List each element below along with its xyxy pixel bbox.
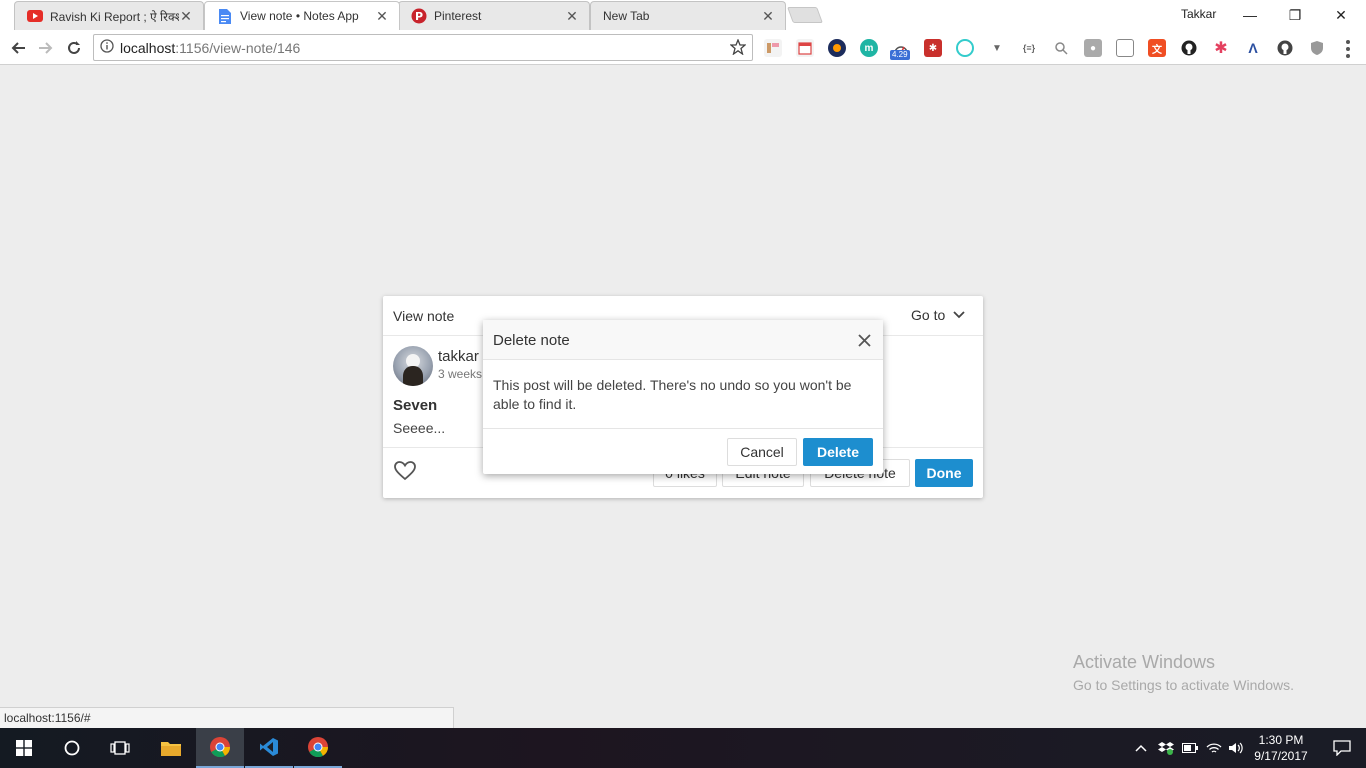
svg-text:P: P (415, 10, 423, 23)
avatar[interactable] (393, 346, 433, 386)
extension-ring-icon[interactable] (956, 39, 974, 57)
page-content: View note Go to takkar 3 weeks Seven See… (0, 66, 1366, 728)
start-button[interactable] (0, 728, 48, 768)
new-tab-button[interactable] (787, 7, 823, 23)
document-icon (217, 8, 233, 24)
extension-asterisk-icon[interactable]: ✱ (1212, 39, 1230, 57)
close-window-button[interactable]: ✕ (1318, 2, 1364, 28)
modal-message: This post will be deleted. There's no un… (493, 377, 852, 412)
extension-gray-icon[interactable]: ● (1084, 39, 1102, 57)
windows-taskbar: 1:30 PM 9/17/2017 (0, 728, 1366, 768)
task-view-icon (110, 741, 130, 755)
forward-button[interactable] (34, 36, 58, 60)
url-host: localhost (120, 39, 176, 56)
tab-title: New Tab (603, 9, 650, 23)
modal-header: Delete note (483, 320, 883, 360)
tab-pinterest[interactable]: P Pinterest ✕ (398, 1, 590, 30)
bookmark-star-icon[interactable] (729, 38, 747, 58)
minimize-button[interactable]: — (1227, 2, 1273, 28)
confirm-delete-button[interactable]: Delete (803, 438, 873, 466)
activate-windows-subtitle: Go to Settings to activate Windows. (1073, 677, 1294, 693)
cancel-button[interactable]: Cancel (727, 438, 797, 466)
extension-circle-icon[interactable] (828, 39, 846, 57)
chrome-taskbar-icon-2[interactable] (294, 728, 342, 768)
back-button[interactable] (6, 36, 30, 60)
extension-tag-icon[interactable] (764, 39, 782, 57)
task-view-button[interactable] (96, 728, 144, 768)
activate-windows-title: Activate Windows (1073, 652, 1216, 672)
extension-m-icon[interactable]: m (860, 39, 878, 57)
heart-icon[interactable] (394, 461, 416, 484)
extension-lambda-icon[interactable]: Λ (1244, 39, 1262, 57)
extension-search-icon[interactable] (1052, 39, 1070, 57)
done-button[interactable]: Done (915, 459, 973, 487)
github-icon[interactable] (1276, 39, 1294, 57)
close-tab-icon[interactable]: ✕ (179, 8, 193, 24)
reload-icon (68, 41, 80, 54)
volume-icon[interactable] (1226, 728, 1246, 768)
url-path: :1156/view-note/146 (175, 39, 301, 56)
vscode-taskbar-icon[interactable] (245, 728, 293, 768)
show-hidden-icons-chevron-icon[interactable] (1132, 728, 1150, 768)
browser-tabstrip: Ravish Ki Report ; ऐ रिक्शा ✕ View note … (0, 0, 1366, 31)
battery-icon[interactable] (1180, 728, 1200, 768)
status-bar-url: localhost:1156/# (0, 707, 454, 728)
windows-logo-icon (16, 740, 32, 756)
extension-calendar-icon[interactable] (796, 39, 814, 57)
shield-icon[interactable] (1308, 39, 1326, 57)
reload-button[interactable] (62, 36, 86, 60)
delete-note-modal: Delete note This post will be deleted. T… (483, 320, 883, 474)
action-center-icon[interactable] (1318, 728, 1366, 768)
tab-new-tab[interactable]: New Tab ✕ (590, 1, 786, 30)
chrome-menu-button[interactable] (1346, 40, 1350, 58)
extension-json-icon[interactable]: {≡} (1020, 39, 1038, 57)
extension-v-icon[interactable]: ▼ (988, 39, 1006, 57)
github-icon[interactable] (1180, 39, 1198, 57)
cortana-circle-icon (64, 740, 80, 756)
file-explorer-icon[interactable] (147, 728, 195, 768)
goto-label: Go to (911, 307, 946, 323)
clock-date: 9/17/2017 (1254, 749, 1308, 763)
extension-bug-icon[interactable]: ✱ (924, 39, 942, 57)
card-title: View note (393, 308, 455, 324)
modal-title: Delete note (493, 332, 570, 349)
address-bar[interactable]: localhost:1156/view-note/146 (93, 34, 753, 61)
close-icon[interactable] (855, 331, 873, 349)
note-timestamp: 3 weeks (438, 367, 483, 381)
browser-toolbar: localhost:1156/view-note/146 m 4.29 ✱ ▼ … (0, 31, 1366, 65)
goto-dropdown[interactable]: Go to (911, 307, 965, 323)
tab-view-note[interactable]: View note • Notes App ✕ (204, 1, 400, 30)
clock-time: 1:30 PM (1258, 733, 1304, 747)
tab-youtube[interactable]: Ravish Ki Report ; ऐ रिक्शा ✕ (14, 1, 204, 30)
chevron-down-icon (953, 311, 965, 319)
extension-translate-icon[interactable]: 文 (1148, 39, 1166, 57)
restore-button[interactable]: ❐ (1272, 2, 1318, 28)
profile-name[interactable]: Takkar (1181, 7, 1216, 21)
arrow-left-icon (11, 42, 25, 54)
close-tab-icon[interactable]: ✕ (761, 8, 775, 24)
search-button[interactable] (48, 728, 96, 768)
author-username[interactable]: takkar (438, 348, 479, 365)
dropbox-icon[interactable] (1156, 728, 1176, 768)
extension-square-icon[interactable] (1116, 39, 1134, 57)
extension-badge: 4.29 (890, 50, 910, 60)
note-title: Seven (393, 397, 438, 414)
taskbar-clock[interactable]: 1:30 PM 9/17/2017 (1246, 732, 1316, 764)
arrow-right-icon (39, 42, 53, 54)
note-body: Seeee... (393, 420, 446, 436)
wifi-icon[interactable] (1204, 728, 1224, 768)
modal-footer: Cancel Delete (483, 428, 883, 474)
pinterest-icon: P (411, 8, 427, 24)
close-tab-icon[interactable]: ✕ (565, 8, 579, 24)
info-icon[interactable] (100, 39, 114, 56)
tab-title: Pinterest (434, 9, 482, 23)
tab-title: View note • Notes App (240, 9, 359, 23)
close-tab-icon[interactable]: ✕ (375, 8, 389, 24)
chrome-taskbar-icon[interactable] (196, 728, 244, 768)
tab-title: Ravish Ki Report ; ऐ रिक्शा (50, 9, 179, 24)
youtube-icon (27, 8, 43, 24)
